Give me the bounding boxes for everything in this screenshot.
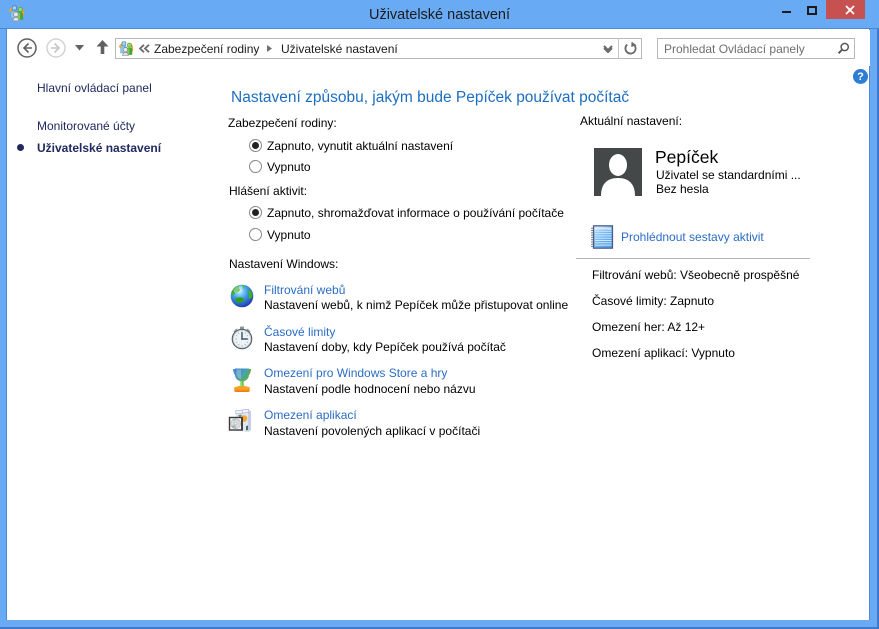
svg-text:?: ? bbox=[857, 71, 864, 83]
